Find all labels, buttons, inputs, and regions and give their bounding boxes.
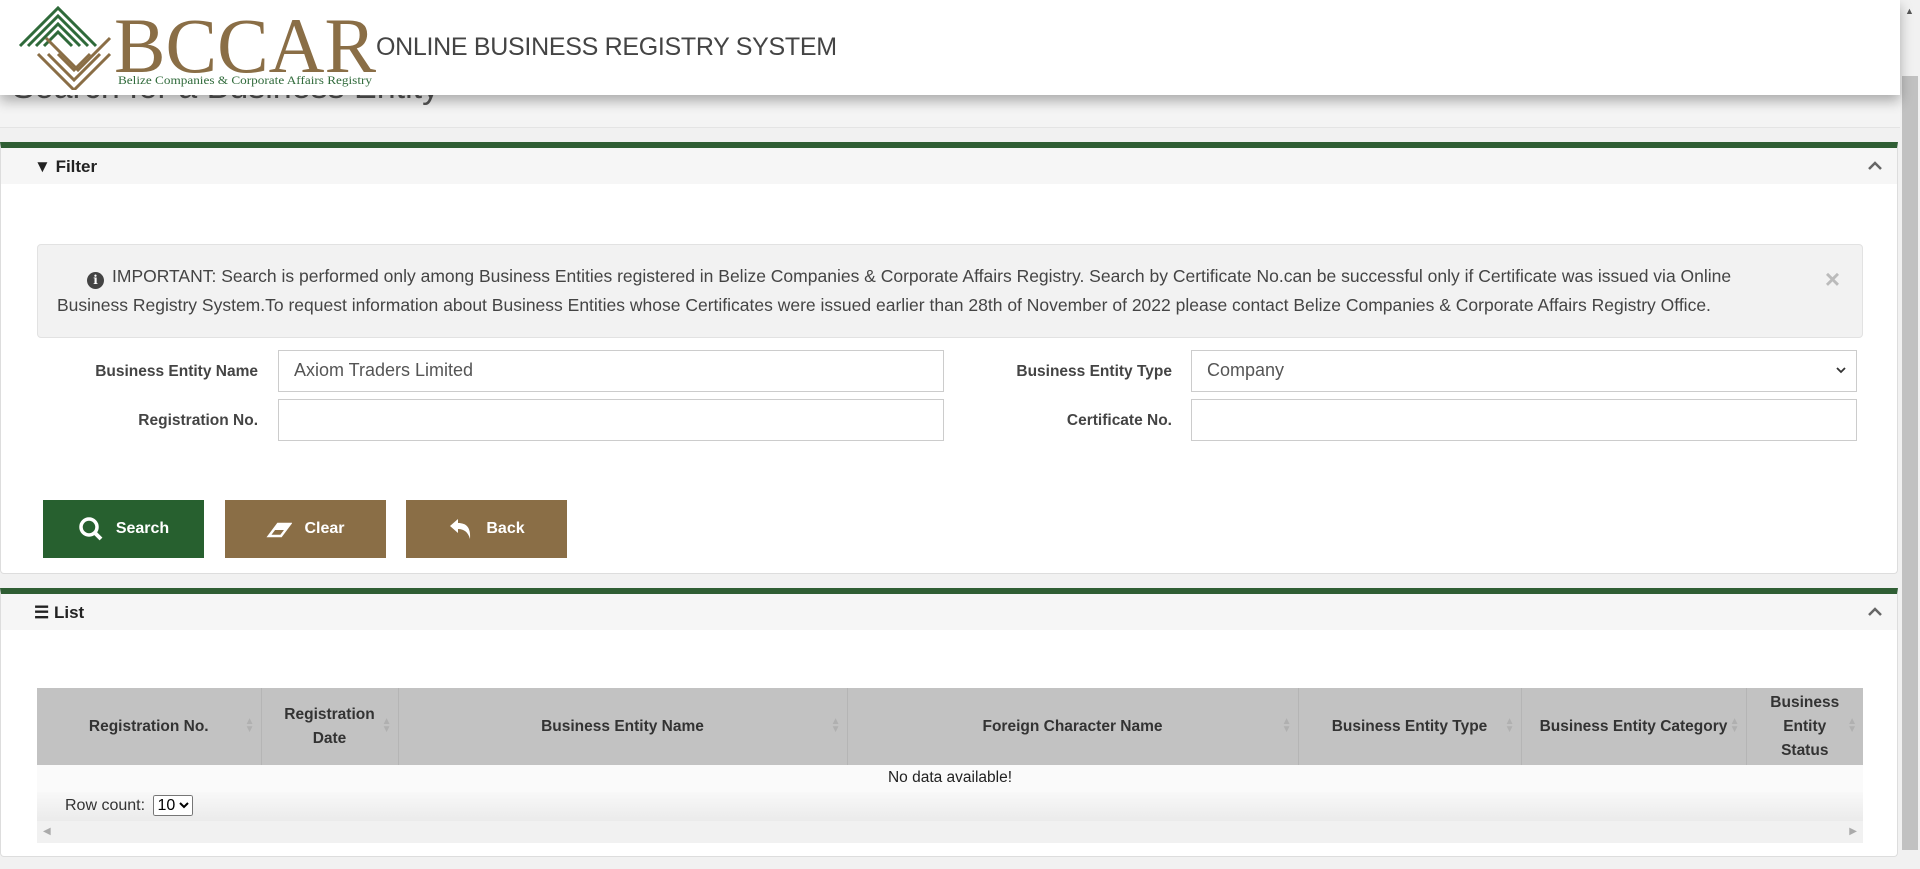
registration-no-label: Registration No. xyxy=(138,412,258,429)
scroll-left-icon[interactable]: ◀ xyxy=(43,826,51,837)
clear-button[interactable]: Clear xyxy=(225,500,386,558)
column-header[interactable]: Registration No. ▲ ▼ xyxy=(37,688,262,765)
column-header[interactable]: Registration Date ▲ ▼ xyxy=(261,688,399,765)
list-panel: ☰ List Registration No. ▲ ▼ Registration D… xyxy=(0,588,1898,857)
certificate-no-input[interactable] xyxy=(1191,399,1857,441)
chevron-up-icon[interactable] xyxy=(1867,604,1883,620)
system-title: ONLINE BUSINESS REGISTRY SYSTEM xyxy=(376,33,837,61)
scroll-up-icon[interactable]: ▲ xyxy=(1905,6,1914,16)
list-icon: ☰ xyxy=(34,603,54,622)
list-panel-header[interactable]: ☰ List xyxy=(1,594,1897,630)
entity-type-label: Business Entity Type xyxy=(1016,363,1172,380)
svg-text:Belize Companies & Corporate A: Belize Companies & Corporate Affairs Reg… xyxy=(118,73,372,87)
column-header[interactable]: Business Entity Category ▲ ▼ xyxy=(1521,688,1747,765)
entity-name-label: Business Entity Name xyxy=(95,363,258,380)
info-alert: i IMPORTANT: Search is performed only amo… xyxy=(37,244,1863,338)
column-header[interactable]: Business Entity Status ▲ ▼ xyxy=(1746,688,1863,765)
list-title: List xyxy=(53,603,85,622)
filter-title: Filter xyxy=(55,157,98,176)
row-count-select[interactable]: 10 xyxy=(152,795,193,816)
reply-icon xyxy=(450,519,471,539)
eraser-icon xyxy=(266,522,293,538)
info-icon: i xyxy=(87,272,104,289)
scroll-right-icon[interactable]: ▶ xyxy=(1849,826,1857,837)
close-icon[interactable]: × xyxy=(1825,265,1840,294)
column-header[interactable]: Foreign Character Name ▲ ▼ xyxy=(847,688,1299,765)
row-count-bar: Row count: 10 xyxy=(37,792,1863,821)
entity-name-input[interactable]: Axiom Traders Limited xyxy=(278,350,944,392)
horizontal-scrollbar[interactable]: ◀ ▶ xyxy=(37,821,1863,843)
scrollbar-thumb[interactable] xyxy=(1902,76,1918,850)
site-header: BCCAR Belize Companies & Corporate Affai… xyxy=(0,0,1900,95)
empty-message: No data available! xyxy=(37,765,1863,793)
alert-text: IMPORTANT: Search is performed only amon… xyxy=(57,266,1732,315)
column-header[interactable]: Business Entity Name ▲ ▼ xyxy=(398,688,848,765)
chevron-up-icon[interactable] xyxy=(1867,158,1883,174)
back-button[interactable]: Back xyxy=(406,500,567,558)
vertical-scrollbar[interactable]: ▲ xyxy=(1900,0,1920,869)
filter-panel: ▼ Filter i IMPORTANT: Search is performed… xyxy=(0,142,1898,574)
entity-type-select[interactable]: Company xyxy=(1191,350,1857,392)
search-button[interactable]: Search xyxy=(43,500,204,558)
column-header[interactable]: Business Entity Type ▲ ▼ xyxy=(1298,688,1522,765)
certificate-no-label: Certificate No. xyxy=(1066,412,1172,429)
bccar-logo[interactable]: BCCAR Belize Companies & Corporate Affai… xyxy=(18,2,378,90)
filter-icon: ▼ xyxy=(34,157,56,176)
registration-no-input[interactable] xyxy=(278,399,944,441)
filter-panel-header[interactable]: ▼ Filter xyxy=(1,148,1897,184)
results-table: Registration No. ▲ ▼ Registration Date ▲ ▼ B… xyxy=(37,688,1863,793)
row-count-label: Row count: xyxy=(65,797,146,814)
search-icon xyxy=(79,517,103,541)
entity-type-value: Company xyxy=(1207,360,1285,380)
chevron-down-icon xyxy=(1836,367,1846,374)
